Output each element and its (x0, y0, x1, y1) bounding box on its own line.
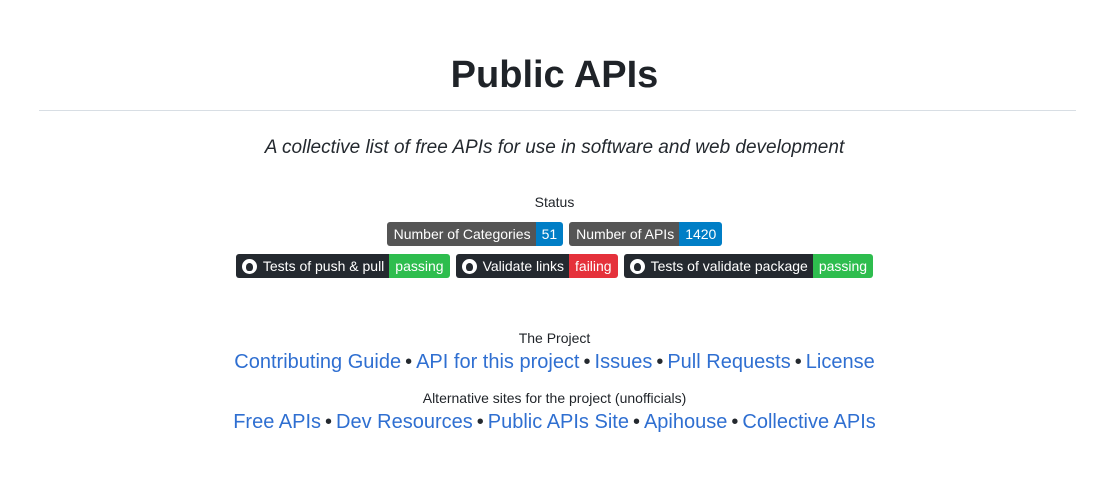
dev-resources-link[interactable]: Dev Resources (336, 411, 473, 433)
contributing-guide-link[interactable]: Contributing Guide (234, 351, 401, 373)
badge-label: Validate links (482, 258, 565, 274)
apihouse-link[interactable]: Apihouse (644, 411, 727, 433)
badge-label: Number of APIs (569, 222, 680, 246)
badge-value: passing (812, 254, 874, 278)
badge-value: 1420 (679, 222, 723, 246)
issues-link[interactable]: Issues (595, 351, 653, 373)
badge-label: Number of Categories (386, 222, 536, 246)
github-icon (241, 258, 257, 274)
link-separator: • (794, 351, 802, 373)
project-heading: The Project (518, 330, 591, 346)
link-separator: • (405, 351, 413, 373)
badge-value: passing (389, 254, 450, 278)
pull-requests-link[interactable]: Pull Requests (667, 351, 790, 373)
link-separator: • (632, 411, 640, 433)
badge-value: 51 (535, 222, 564, 246)
github-icon (629, 258, 645, 274)
project-links: Contributing Guide • API for this project •… (0, 349, 1109, 375)
page-subtitle: A collective list of free APIs for use i… (264, 137, 845, 158)
alternative-links: Free APIs • Dev Resources • Public APIs Site… (0, 409, 1109, 435)
push-pull-tests-badge[interactable]: Tests of push & pull passing (235, 254, 450, 278)
categories-count-badge[interactable]: Number of Categories 51 (386, 222, 564, 246)
status-heading: Status (534, 194, 575, 210)
readme-page: Public APIs A collective list of free AP… (0, 0, 1109, 485)
api-for-project-link[interactable]: API for this project (416, 351, 579, 373)
link-separator: • (476, 411, 484, 433)
validate-links-badge[interactable]: Validate links failing (455, 254, 618, 278)
license-link[interactable]: License (806, 351, 875, 373)
free-apis-link[interactable]: Free APIs (233, 411, 321, 433)
alternatives-heading: Alternative sites for the project (unoff… (422, 390, 687, 406)
badge-label: Tests of validate package (650, 258, 808, 274)
status-badges-row-1: Number of Categories 51 Number of APIs 1… (0, 222, 1109, 246)
status-badges-row-2: Tests of push & pull passing Validate li… (0, 254, 1109, 278)
badge-label: Tests of push & pull (262, 258, 385, 274)
link-separator: • (325, 411, 333, 433)
apis-count-badge[interactable]: Number of APIs 1420 (569, 222, 723, 246)
page-title: Public APIs (450, 54, 659, 96)
validate-package-tests-badge[interactable]: Tests of validate package passing (623, 254, 874, 278)
link-separator: • (656, 351, 664, 373)
link-separator: • (583, 351, 591, 373)
badge-value: failing (569, 254, 618, 278)
link-separator: • (731, 411, 739, 433)
public-apis-site-link[interactable]: Public APIs Site (488, 411, 629, 433)
title-divider (39, 110, 1076, 111)
collective-apis-link[interactable]: Collective APIs (742, 411, 875, 433)
github-icon (461, 258, 477, 274)
